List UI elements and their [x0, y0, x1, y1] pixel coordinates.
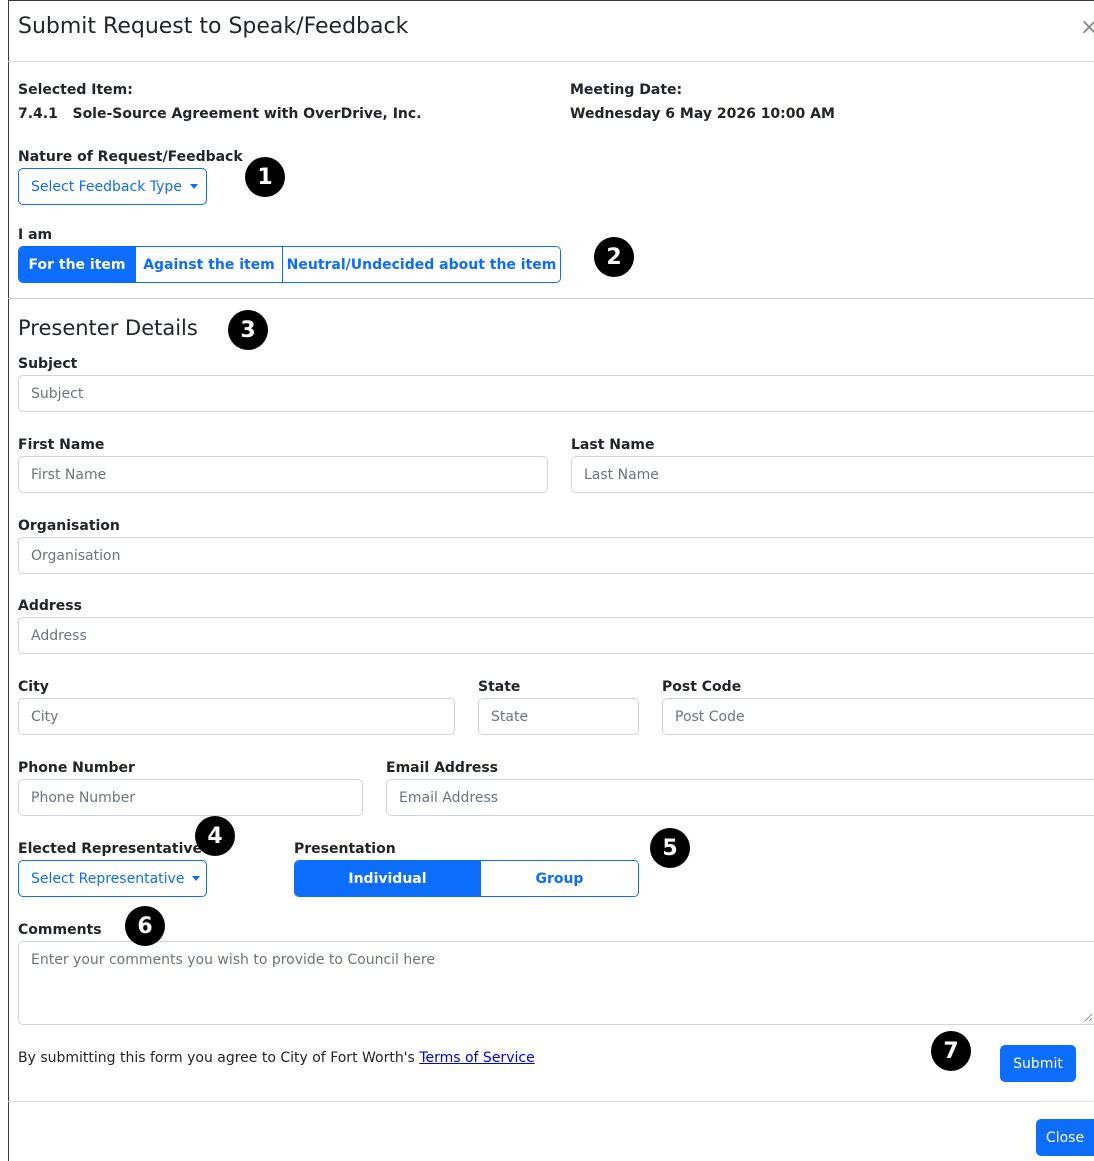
presentation-group-button[interactable]: Group [479, 861, 638, 896]
caret-down-icon [192, 876, 201, 881]
caret-down-icon [189, 184, 198, 189]
terms-of-service-link[interactable]: Terms of Service [419, 1050, 534, 1066]
representative-dropdown-label: Select Representative [31, 870, 185, 887]
stance-for-button[interactable]: For the item [19, 247, 135, 282]
callout-badge-5: 5 [650, 828, 690, 868]
subject-label: Subject [18, 356, 78, 372]
last-name-input[interactable]: Last Name [571, 456, 1094, 493]
meeting-date-label: Meeting Date: [570, 82, 683, 98]
representative-dropdown[interactable]: Select Representative [18, 860, 207, 897]
address-label: Address [18, 598, 82, 614]
callout-badge-1: 1 [245, 157, 285, 197]
phone-input[interactable]: Phone Number [18, 779, 363, 816]
state-label: State [478, 679, 521, 695]
resize-grip-icon[interactable] [1084, 1013, 1093, 1022]
callout-badge-7: 7 [931, 1031, 971, 1071]
presenter-details-heading: Presenter Details [18, 316, 198, 340]
email-input[interactable]: Email Address [386, 779, 1094, 816]
nature-label: Nature of Request/Feedback [18, 149, 243, 165]
comments-label: Comments [18, 922, 102, 938]
comments-textarea[interactable]: Enter your comments you wish to provide … [18, 941, 1094, 1025]
submit-button[interactable]: Submit [1000, 1045, 1076, 1082]
modal-title: Submit Request to Speak/Feedback [18, 14, 409, 39]
organisation-label: Organisation [18, 518, 120, 534]
presentation-individual-button[interactable]: Individual [295, 861, 480, 896]
stance-button-group: For the item Against the item Neutral/Un… [18, 246, 561, 283]
selected-item-value: 7.4.1 Sole-Source Agreement with OverDri… [18, 106, 422, 122]
feedback-type-dropdown-label: Select Feedback Type [31, 178, 182, 195]
representative-label: Elected Representative [18, 841, 202, 857]
footer-divider [8, 1101, 1094, 1102]
first-name-label: First Name [18, 437, 105, 453]
header-divider [8, 61, 1094, 62]
stance-label: I am [18, 227, 53, 243]
presentation-button-group: Individual Group [294, 860, 639, 897]
city-input[interactable]: City [18, 698, 455, 735]
phone-label: Phone Number [18, 760, 135, 776]
meeting-date-value: Wednesday 6 May 2026 10:00 AM [570, 106, 835, 122]
terms-text: By submitting this form you agree to Cit… [18, 1050, 420, 1066]
post-code-label: Post Code [662, 679, 742, 695]
first-name-input[interactable]: First Name [18, 456, 548, 493]
callout-badge-6: 6 [125, 906, 165, 946]
organisation-input[interactable]: Organisation [18, 537, 1094, 574]
section-divider [8, 298, 1094, 299]
address-input[interactable]: Address [18, 617, 1094, 654]
presentation-label: Presentation [294, 841, 396, 857]
callout-badge-2: 2 [594, 237, 634, 277]
callout-badge-3: 3 [228, 310, 268, 350]
stance-against-button[interactable]: Against the item [135, 247, 282, 282]
terms-notice: By submitting this form you agree to Cit… [18, 1050, 535, 1066]
selected-item-label: Selected Item: [18, 82, 133, 98]
comments-placeholder: Enter your comments you wish to provide … [31, 952, 435, 968]
callout-badge-4: 4 [195, 816, 235, 856]
state-input[interactable]: State [478, 698, 639, 735]
subject-input[interactable]: Subject [18, 375, 1094, 412]
feedback-type-dropdown[interactable]: Select Feedback Type [18, 168, 207, 205]
close-button[interactable]: Close [1036, 1119, 1094, 1156]
post-code-input[interactable]: Post Code [662, 698, 1094, 735]
close-icon[interactable]: × [1080, 16, 1094, 40]
email-label: Email Address [386, 760, 499, 776]
city-label: City [18, 679, 49, 695]
stance-neutral-button[interactable]: Neutral/Undecided about the item [282, 247, 560, 282]
last-name-label: Last Name [571, 437, 655, 453]
